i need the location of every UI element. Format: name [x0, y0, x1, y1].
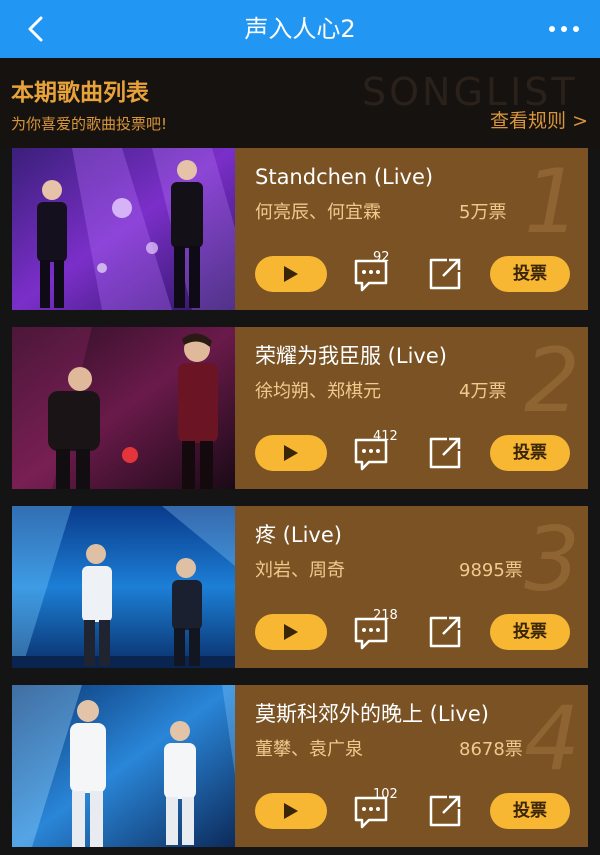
comment-button[interactable]: 218 [353, 608, 415, 652]
song-card: 1 Standchen (Live) 何亮辰、何宜霖 5万票 92 投票 [12, 148, 588, 310]
section-subtitle: 为你喜爱的歌曲投票吧! [11, 115, 168, 133]
song-card: 3 疼 (Live) 刘岩、周奇 9895票 218 投票 [12, 506, 588, 668]
vote-count: 9895票 [459, 560, 523, 581]
rank-number: 4 [524, 687, 580, 790]
share-icon [429, 258, 461, 290]
vote-count: 8678票 [459, 739, 523, 760]
comment-count: 412 [373, 429, 398, 444]
stage-photo [12, 327, 235, 489]
rank-number: 1 [524, 150, 580, 253]
comment-button[interactable]: 412 [353, 429, 415, 473]
vote-button[interactable]: 投票 [490, 614, 570, 650]
play-button[interactable] [255, 256, 327, 292]
play-icon [284, 445, 298, 461]
singer-names: 何亮辰、何宜霖 [255, 202, 381, 223]
share-icon [429, 795, 461, 827]
share-button[interactable] [427, 256, 463, 292]
play-button[interactable] [255, 614, 327, 650]
play-icon [284, 624, 298, 640]
share-button[interactable] [427, 793, 463, 829]
share-icon [429, 616, 461, 648]
comment-count: 102 [373, 787, 398, 802]
comment-button[interactable]: 92 [353, 250, 415, 294]
stage-photo [12, 148, 235, 310]
section-title: 本期歌曲列表 [11, 80, 149, 106]
comment-count: 218 [373, 608, 398, 623]
comment-count: 92 [373, 250, 390, 265]
page-title: 声入人心2 [244, 15, 356, 43]
play-icon [284, 266, 298, 282]
singer-names: 董攀、袁广泉 [255, 739, 363, 760]
song-card: 2 荣耀为我臣服 (Live) 徐均朔、郑棋元 4万票 412 投票 [12, 327, 588, 489]
singer-names: 刘岩、周奇 [255, 560, 345, 581]
vote-button[interactable]: 投票 [490, 435, 570, 471]
song-title: 莫斯科郊外的晚上 (Live) [255, 702, 489, 726]
play-icon [284, 803, 298, 819]
view-rules-link[interactable]: 查看规则 > [490, 108, 588, 134]
song-title: 荣耀为我臣服 (Live) [255, 344, 447, 368]
singer-names: 徐均朔、郑棋元 [255, 381, 381, 402]
share-button[interactable] [427, 435, 463, 471]
share-icon [429, 437, 461, 469]
rank-number: 2 [524, 329, 580, 432]
stage-photo [12, 685, 235, 847]
rank-number: 3 [524, 508, 580, 611]
play-button[interactable] [255, 793, 327, 829]
song-card: 4 莫斯科郊外的晚上 (Live) 董攀、袁广泉 8678票 102 投票 [12, 685, 588, 847]
vote-button[interactable]: 投票 [490, 793, 570, 829]
play-button[interactable] [255, 435, 327, 471]
comment-button[interactable]: 102 [353, 787, 415, 831]
stage-photo [12, 506, 235, 668]
top-bar: 声入人心2 [0, 0, 600, 58]
song-title: 疼 (Live) [255, 523, 342, 547]
more-dots-icon[interactable] [546, 14, 582, 44]
vote-count: 4万票 [459, 381, 507, 402]
song-title: Standchen (Live) [255, 165, 434, 189]
vote-count: 5万票 [459, 202, 507, 223]
vote-button[interactable]: 投票 [490, 256, 570, 292]
songlist-header: SONGLIST 本期歌曲列表 为你喜爱的歌曲投票吧! 查看规则 > [0, 58, 600, 148]
share-button[interactable] [427, 614, 463, 650]
